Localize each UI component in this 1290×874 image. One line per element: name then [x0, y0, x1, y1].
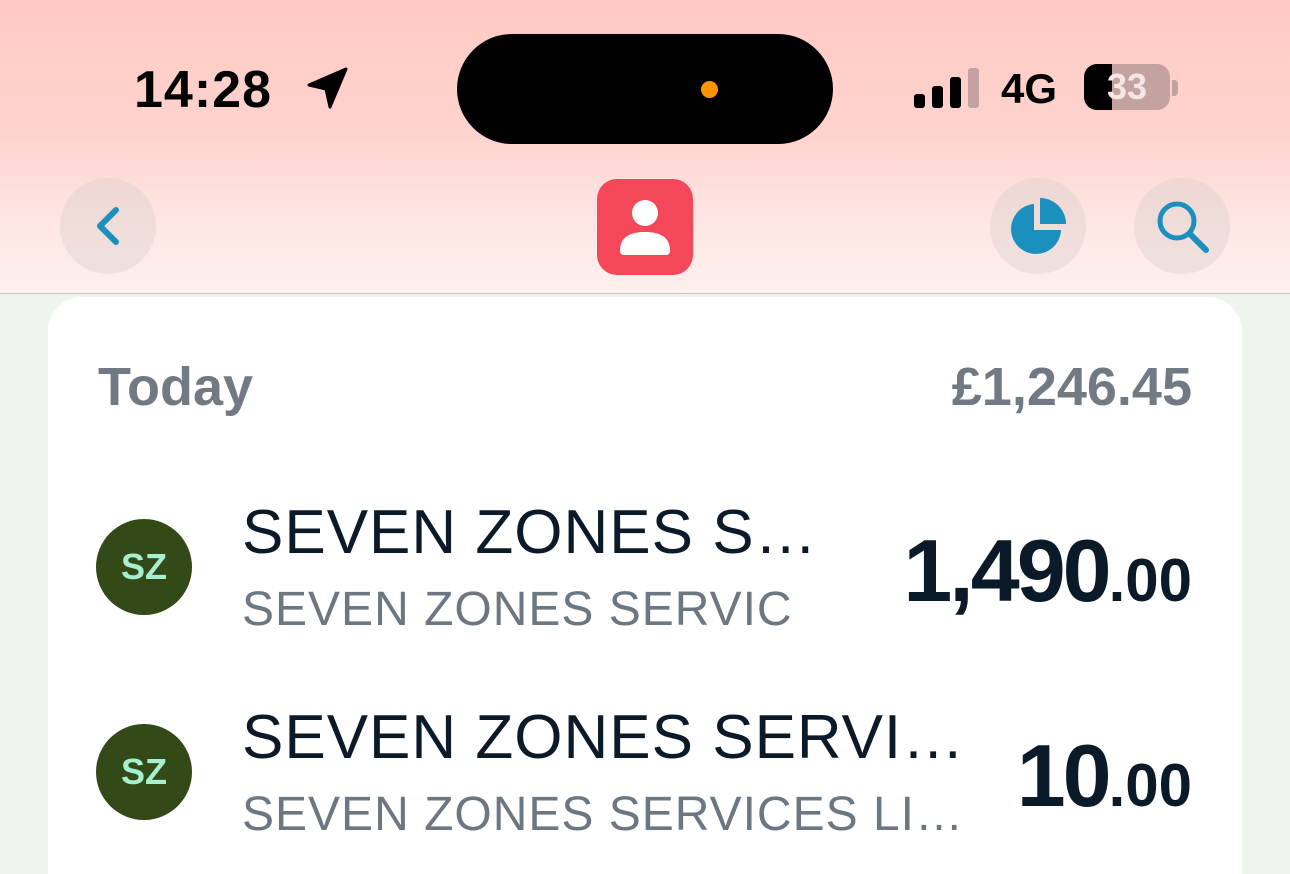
transactions-card: Today £1,246.45 SZ SEVEN ZONES S… SEVEN …	[48, 297, 1242, 874]
network-type: 4G	[1001, 65, 1058, 112]
cellular-signal-icon	[914, 68, 979, 108]
status-time: 14:28	[134, 61, 272, 119]
transaction-row[interactable]: SZ SEVEN ZONES SERVI… SEVEN ZONES SERVIC…	[48, 702, 1242, 874]
search-button[interactable]	[1134, 178, 1230, 274]
amount-major: 1,490	[903, 521, 1111, 620]
amount-minor: .00	[1108, 752, 1192, 819]
person-icon	[620, 200, 670, 255]
pie-chart-icon	[1011, 198, 1066, 254]
amount-minor: .00	[1108, 547, 1192, 614]
chevron-left-icon	[97, 207, 119, 245]
spending-chart-button[interactable]	[990, 178, 1086, 274]
dynamic-island	[457, 34, 833, 144]
location-arrow-icon	[307, 67, 348, 109]
back-button[interactable]	[60, 178, 156, 274]
merchant-avatar: SZ	[96, 724, 192, 820]
merchant-avatar: SZ	[96, 519, 192, 615]
privacy-indicator-dot	[701, 81, 718, 98]
transaction-amount: 1,490.00	[903, 519, 1192, 633]
section-date-header: Today	[98, 357, 254, 417]
header-divider	[0, 293, 1290, 294]
transaction-row[interactable]: SZ SEVEN ZONES S… SEVEN ZONES SERVIC 1,4…	[48, 497, 1242, 677]
battery-tip	[1172, 80, 1178, 96]
transaction-amount: 10.00	[1017, 724, 1192, 838]
amount-major: 10	[1016, 726, 1112, 825]
transaction-description: SEVEN ZONES SERVIC	[242, 583, 793, 636]
battery-percentage: 33	[1106, 66, 1148, 107]
account-profile-button[interactable]	[597, 179, 693, 275]
battery-icon: 33	[1084, 64, 1170, 110]
transaction-merchant-name: SEVEN ZONES SERVI…	[242, 703, 966, 772]
section-day-total: £1,246.45	[951, 357, 1192, 417]
transaction-merchant-name: SEVEN ZONES S…	[242, 498, 818, 567]
search-icon	[1157, 201, 1209, 253]
transaction-description: SEVEN ZONES SERVICES LI…	[242, 788, 964, 841]
